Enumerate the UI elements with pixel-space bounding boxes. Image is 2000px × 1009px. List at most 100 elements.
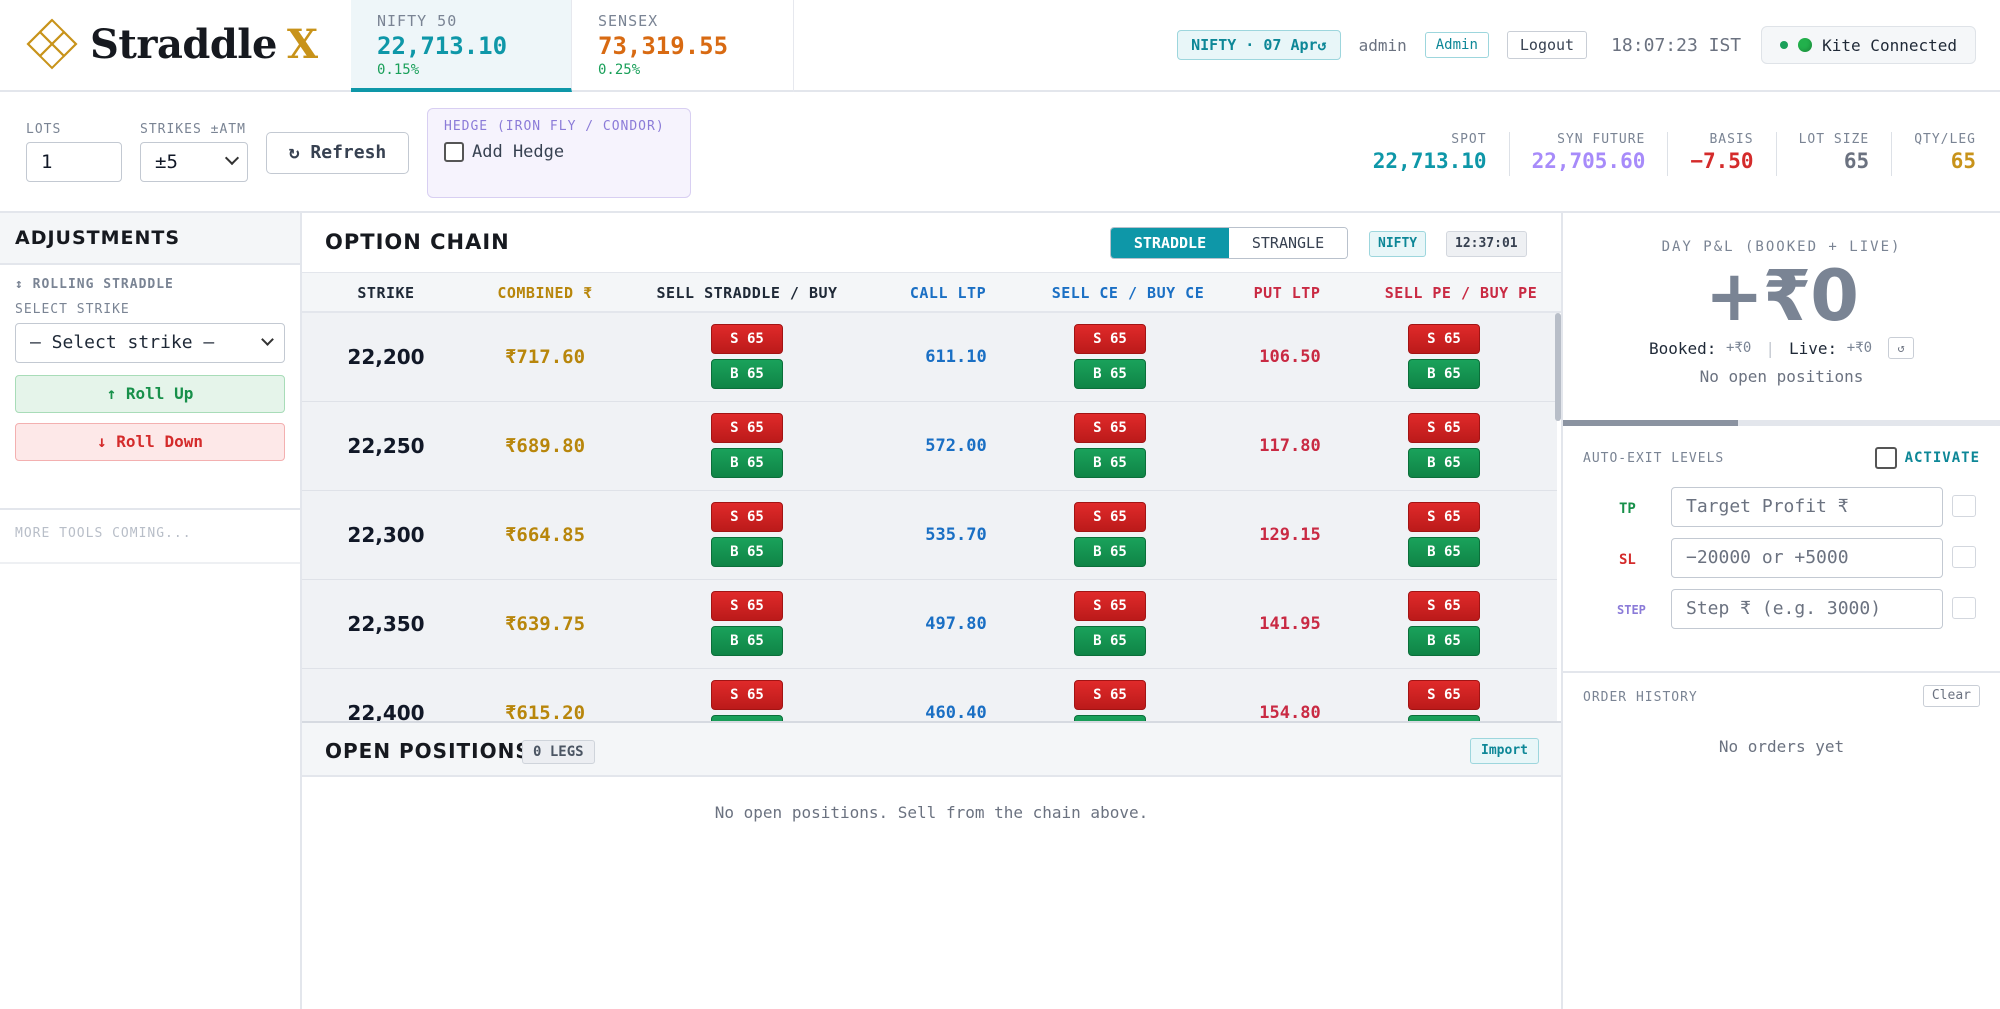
buy-ce-button[interactable]: B 65 [1074, 448, 1146, 478]
activate-toggle[interactable]: ACTIVATE [1874, 447, 1980, 469]
sell-ce-button[interactable]: S 65 [1074, 324, 1146, 354]
strikes-group: STRIKES ±ATM ±5 [140, 122, 248, 182]
tab-straddle[interactable]: STRADDLE [1111, 228, 1229, 258]
buy-ce-button[interactable]: B 65 [1074, 537, 1146, 567]
refresh-button[interactable]: ↻ Refresh [266, 132, 409, 174]
put-ltp-cell: 129.15 [1259, 525, 1321, 545]
add-hedge-checkbox[interactable] [444, 142, 464, 162]
sell-ce-button[interactable]: S 65 [1074, 680, 1146, 710]
auto-exit-levels: AUTO-EXIT LEVELS ACTIVATE TP Target Prof… [1563, 427, 2000, 673]
sell-pe-button[interactable]: S 65 [1408, 502, 1480, 532]
step-input[interactable]: Step ₹ (e.g. 3000) [1671, 589, 1943, 629]
buy-ce-button[interactable]: B 65 [1074, 359, 1146, 389]
buy-pe-button[interactable]: B 65 [1408, 359, 1480, 389]
straddle-buttons: S 65 B 65 [711, 324, 783, 394]
hedge-row[interactable]: Add Hedge [444, 142, 674, 162]
activate-label: ACTIVATE [1904, 450, 1980, 466]
sell-straddle-button[interactable]: S 65 [711, 502, 783, 532]
sell-ce-button[interactable]: S 65 [1074, 413, 1146, 443]
col-strike[interactable]: STRIKE [357, 273, 414, 313]
market-stats: SPOT 22,713.10 SYN FUTURE 22,705.60 BASI… [1351, 132, 1976, 176]
strike-cell: 22,250 [347, 434, 425, 458]
buy-straddle-button[interactable]: B 65 [711, 448, 783, 478]
buy-straddle-button[interactable]: B 65 [711, 359, 783, 389]
sl-checkbox[interactable] [1952, 546, 1976, 568]
col-sell-ce: SELL CE / BUY CE [1051, 284, 1205, 302]
roll-up-button[interactable]: ↑ Roll Up [15, 375, 285, 413]
buy-straddle-button[interactable]: B 65 [711, 626, 783, 656]
tp-label: TP [1619, 501, 1636, 517]
strike-cell: 22,300 [347, 523, 425, 547]
tp-checkbox[interactable] [1952, 495, 1976, 517]
table-row: 22,350 ₹639.75 S 65 B 65 497.80 S 65 B 6… [302, 580, 1557, 669]
logout-button[interactable]: Logout [1506, 31, 1588, 59]
col-put-ltp[interactable]: PUT LTP [1254, 273, 1321, 313]
sell-straddle-button[interactable]: S 65 [711, 680, 783, 710]
sell-straddle-button[interactable]: S 65 [711, 591, 783, 621]
stat-label: BASIS [1709, 132, 1754, 147]
buy-pe-button[interactable]: B 65 [1408, 626, 1480, 656]
pe-buttons: S 65 B 65 [1408, 324, 1480, 394]
sell-pe-button[interactable]: S 65 [1408, 680, 1480, 710]
auto-exit-step-row: STEP Step ₹ (e.g. 3000) [1583, 589, 1980, 640]
sell-pe-button[interactable]: S 65 [1408, 591, 1480, 621]
ticker-nifty[interactable]: NIFTY 50 22,713.10 0.15% [351, 0, 572, 92]
combined-cell: ₹689.80 [504, 435, 586, 457]
role-badge[interactable]: Admin [1424, 32, 1489, 58]
roll-down-button[interactable]: ↓ Roll Down [15, 423, 285, 461]
strikes-select[interactable]: ±5 [140, 142, 248, 182]
option-chain-title: OPTION CHAIN [325, 230, 510, 254]
sell-ce-button[interactable]: S 65 [1074, 591, 1146, 621]
straddle-buttons: S 65 B 65 [711, 413, 783, 483]
buy-pe-button[interactable]: B 65 [1408, 448, 1480, 478]
ticker-change: 0.25% [598, 62, 641, 78]
expiry-selector[interactable]: NIFTY · 07 Apr↺ [1177, 30, 1341, 60]
sell-ce-button[interactable]: S 65 [1074, 502, 1146, 532]
sell-straddle-button[interactable]: S 65 [711, 324, 783, 354]
combined-cell: ₹717.60 [504, 346, 586, 368]
app-header: Straddle X NIFTY 50 22,713.10 0.15% SENSE… [0, 0, 2000, 92]
reset-pnl-button[interactable]: ↺ [1888, 337, 1915, 359]
straddle-buttons: S 65 B 65 [711, 591, 783, 661]
booked-value: +₹0 [1726, 340, 1752, 356]
stat-spot: SPOT 22,713.10 [1351, 132, 1510, 176]
option-chain-header: OPTION CHAIN STRADDLE STRANGLE NIFTY 12:… [302, 213, 1561, 273]
stat-value: 22,713.10 [1372, 149, 1487, 173]
chain-time-badge: 12:37:01 [1446, 231, 1527, 257]
sell-straddle-button[interactable]: S 65 [711, 413, 783, 443]
strike-select[interactable]: — Select strike — [15, 323, 285, 363]
lots-input[interactable]: 1 [26, 142, 122, 182]
clear-history-button[interactable]: Clear [1922, 685, 1980, 707]
sell-pe-button[interactable]: S 65 [1408, 413, 1480, 443]
auto-exit-sl-row: SL −20000 or +5000 [1583, 538, 1980, 589]
activate-checkbox[interactable] [1874, 447, 1897, 469]
brand-logo[interactable]: Straddle X [26, 18, 318, 70]
ce-buttons: S 65 B 65 [1074, 413, 1146, 483]
sell-pe-button[interactable]: S 65 [1408, 324, 1480, 354]
buy-straddle-button[interactable]: B 65 [711, 537, 783, 567]
target-profit-input[interactable]: Target Profit ₹ [1671, 487, 1943, 527]
buy-ce-button[interactable]: B 65 [1074, 626, 1146, 656]
buy-pe-button[interactable]: B 65 [1408, 537, 1480, 567]
auto-exit-header: AUTO-EXIT LEVELS ACTIVATE [1583, 427, 1980, 487]
symbol-badge: NIFTY [1369, 231, 1427, 257]
stat-lot-size: LOT SIZE 65 [1777, 132, 1893, 176]
strike-select-placeholder: — Select strike — [30, 332, 215, 353]
col-call-ltp[interactable]: CALL LTP [910, 273, 986, 313]
step-checkbox[interactable] [1952, 597, 1976, 619]
import-button[interactable]: Import [1470, 738, 1539, 764]
stat-syn-future: SYN FUTURE 22,705.60 [1510, 132, 1669, 176]
pnl-progress-fill [1563, 420, 1738, 426]
chevron-down-icon [261, 333, 274, 346]
stop-loss-input[interactable]: −20000 or +5000 [1671, 538, 1943, 578]
kite-status[interactable]: Kite Connected [1761, 26, 1976, 64]
col-combined[interactable]: COMBINED ₹ [497, 273, 592, 313]
ticker-sensex[interactable]: SENSEX 73,319.55 0.25% [572, 0, 794, 92]
order-history-header: ORDER HISTORY Clear [1583, 673, 1980, 723]
tab-strangle[interactable]: STRANGLE [1229, 228, 1347, 258]
strike-cell: 22,350 [347, 612, 425, 636]
stat-basis: BASIS −7.50 [1668, 132, 1777, 176]
stat-label: LOT SIZE [1798, 132, 1870, 147]
col-sell-straddle: SELL STRADDLE / BUY [656, 284, 838, 302]
stat-value: 65 [1843, 149, 1870, 173]
